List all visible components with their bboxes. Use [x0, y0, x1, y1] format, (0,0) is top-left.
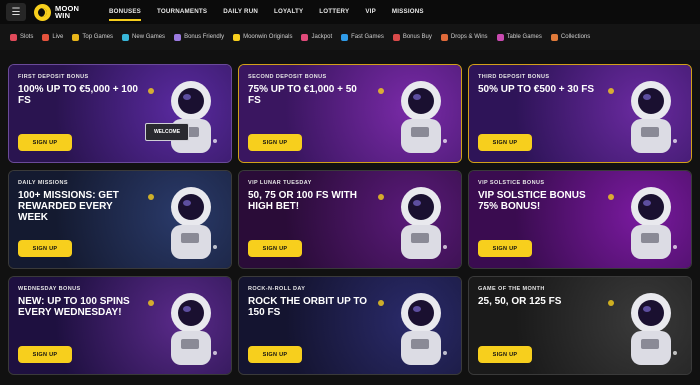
- category-table-games[interactable]: Table Games: [496, 33, 542, 41]
- moon-logo-icon: [34, 3, 51, 21]
- bonus-card[interactable]: WEDNESDAY BONUS NEW: UP TO 100 SPINS EVER…: [8, 276, 232, 375]
- bonus-card[interactable]: THIRD DEPOSIT BONUS 50% UP TO €500 + 30 F…: [468, 64, 692, 163]
- nav-bonuses[interactable]: BONUSES: [101, 0, 149, 24]
- sign-up-button[interactable]: SIGN UP: [248, 240, 302, 257]
- category-jackpot[interactable]: Jackpot: [301, 33, 333, 41]
- logo-text: MOON WIN: [55, 5, 85, 20]
- card-subtitle: ROCK-N-ROLL DAY: [248, 286, 306, 292]
- category-new-games[interactable]: New Games: [122, 33, 166, 41]
- category-label: Top Games: [82, 34, 114, 40]
- bonus-card[interactable]: SECOND DEPOSIT BONUS 75% UP TO €1,000 + 5…: [238, 64, 462, 163]
- astronaut-illustration: [148, 81, 217, 153]
- top-navigation: ☰ MOON WIN BONUSES TOURNAMENTS DAILY RUN LO…: [0, 0, 700, 24]
- nav-loyalty[interactable]: LOYALTY: [266, 0, 311, 24]
- category-live[interactable]: Live: [42, 33, 64, 41]
- category-label: Drops & Wins: [450, 34, 488, 40]
- nav-missions[interactable]: MISSIONS: [384, 0, 432, 24]
- category-collections[interactable]: Collections: [550, 33, 591, 41]
- card-subtitle: VIP LUNAR TUESDAY: [248, 180, 312, 186]
- bonus-friendly-icon: [174, 33, 182, 41]
- card-title: VIP SOLSTICE BONUS 75% BONUS!: [478, 190, 586, 212]
- bonus-card[interactable]: GAME OF THE MONTH 25, 50, OR 125 FS SIGN U…: [468, 276, 692, 375]
- astronaut-illustration: [608, 81, 677, 153]
- card-subtitle: FIRST DEPOSIT BONUS: [18, 74, 89, 80]
- card-title: 100+ MISSIONS: GET REWARDED EVERY WEEK: [18, 190, 119, 223]
- sign-up-button[interactable]: SIGN UP: [478, 346, 532, 363]
- category-label: Collections: [560, 34, 591, 40]
- bonus-card[interactable]: ROCK-N-ROLL DAY ROCK THE ORBIT UP TO 150 …: [238, 276, 462, 375]
- logo-line-2: WIN: [55, 11, 71, 20]
- category-label: Bonus Friendly: [184, 34, 225, 40]
- astronaut-illustration: [378, 187, 447, 259]
- bonus-card[interactable]: WELCOME FIRST DEPOSIT BONUS 100% UP TO €5,…: [8, 64, 232, 163]
- category-slots[interactable]: Slots: [10, 33, 34, 41]
- category-label: New Games: [132, 34, 166, 40]
- slots-icon: [10, 33, 17, 41]
- category-label: Bonus Buy: [402, 34, 432, 40]
- sign-up-button[interactable]: SIGN UP: [478, 240, 532, 257]
- bonus-card[interactable]: DAILY MISSIONS 100+ MISSIONS: GET REWARDE…: [8, 170, 232, 269]
- category-fast-games[interactable]: Fast Games: [341, 33, 384, 41]
- astronaut-illustration: [378, 293, 447, 365]
- card-subtitle: GAME OF THE MONTH: [478, 286, 545, 292]
- category-label: Live: [52, 34, 64, 40]
- card-subtitle: VIP SOLSTICE BONUS: [478, 180, 545, 186]
- moonwin-originals-icon: [233, 33, 241, 41]
- sign-up-button[interactable]: SIGN UP: [18, 134, 72, 151]
- sign-up-button[interactable]: SIGN UP: [18, 346, 72, 363]
- category-bonus-friendly[interactable]: Bonus Friendly: [174, 33, 225, 41]
- card-subtitle: THIRD DEPOSIT BONUS: [478, 74, 550, 80]
- bonus-card[interactable]: VIP LUNAR TUESDAY 50, 75 OR 100 FS WITH H…: [238, 170, 462, 269]
- card-title: 75% UP TO €1,000 + 50 FS: [248, 84, 357, 106]
- sign-up-button[interactable]: SIGN UP: [18, 240, 72, 257]
- category-bar: Slots Live Top Games New Games Bonus Friendl…: [0, 24, 700, 50]
- bonus-buy-icon: [392, 33, 400, 41]
- main-nav: BONUSES TOURNAMENTS DAILY RUN LOYALTY LOTTER…: [101, 0, 432, 24]
- category-top-games[interactable]: Top Games: [72, 33, 114, 41]
- drops-wins-icon: [440, 33, 448, 41]
- card-title: 25, 50, OR 125 FS: [478, 296, 562, 307]
- nav-tournaments[interactable]: TOURNAMENTS: [149, 0, 215, 24]
- astronaut-illustration: [148, 293, 217, 365]
- card-title: ROCK THE ORBIT UP TO 150 FS: [248, 296, 368, 318]
- bonus-grid: WELCOME FIRST DEPOSIT BONUS 100% UP TO €5,…: [8, 64, 692, 375]
- card-title: 50, 75 OR 100 FS WITH HIGH BET!: [248, 190, 357, 212]
- card-subtitle: WEDNESDAY BONUS: [18, 286, 81, 292]
- astronaut-illustration: [378, 81, 447, 153]
- category-moonwin-originals[interactable]: Moonwin Originals: [233, 33, 293, 41]
- category-drops-wins[interactable]: Drops & Wins: [440, 33, 488, 41]
- new-games-icon: [122, 33, 130, 41]
- card-subtitle: DAILY MISSIONS: [18, 180, 68, 186]
- nav-vip[interactable]: VIP: [357, 0, 384, 24]
- category-label: Moonwin Originals: [243, 34, 293, 40]
- sign-up-button[interactable]: SIGN UP: [248, 134, 302, 151]
- category-label: Slots: [20, 34, 34, 40]
- card-title: 100% UP TO €5,000 + 100 FS: [18, 84, 138, 106]
- sign-up-button[interactable]: SIGN UP: [248, 346, 302, 363]
- nav-lottery[interactable]: LOTTERY: [311, 0, 357, 24]
- bonus-card[interactable]: VIP SOLSTICE BONUS VIP SOLSTICE BONUS 75%…: [468, 170, 692, 269]
- top-games-icon: [72, 33, 80, 41]
- live-icon: [42, 33, 50, 41]
- collections-icon: [550, 33, 558, 41]
- category-label: Table Games: [506, 34, 542, 40]
- nav-daily-run[interactable]: DAILY RUN: [215, 0, 266, 24]
- fast-games-icon: [341, 33, 349, 41]
- card-subtitle: SECOND DEPOSIT BONUS: [248, 74, 327, 80]
- astronaut-illustration: [608, 293, 677, 365]
- table-games-icon: [496, 33, 504, 41]
- sign-up-button[interactable]: SIGN UP: [478, 134, 532, 151]
- card-title: NEW: UP TO 100 SPINS EVERY WEDNESDAY!: [18, 296, 130, 318]
- astronaut-illustration: [148, 187, 217, 259]
- category-label: Jackpot: [311, 34, 333, 40]
- logo[interactable]: MOON WIN: [34, 3, 85, 21]
- menu-icon[interactable]: ☰: [6, 3, 26, 21]
- welcome-sign: WELCOME: [145, 123, 189, 141]
- category-label: Fast Games: [351, 34, 384, 40]
- category-bonus-buy[interactable]: Bonus Buy: [392, 33, 432, 41]
- jackpot-icon: [301, 33, 309, 41]
- card-title: 50% UP TO €500 + 30 FS: [478, 84, 595, 95]
- astronaut-illustration: [608, 187, 677, 259]
